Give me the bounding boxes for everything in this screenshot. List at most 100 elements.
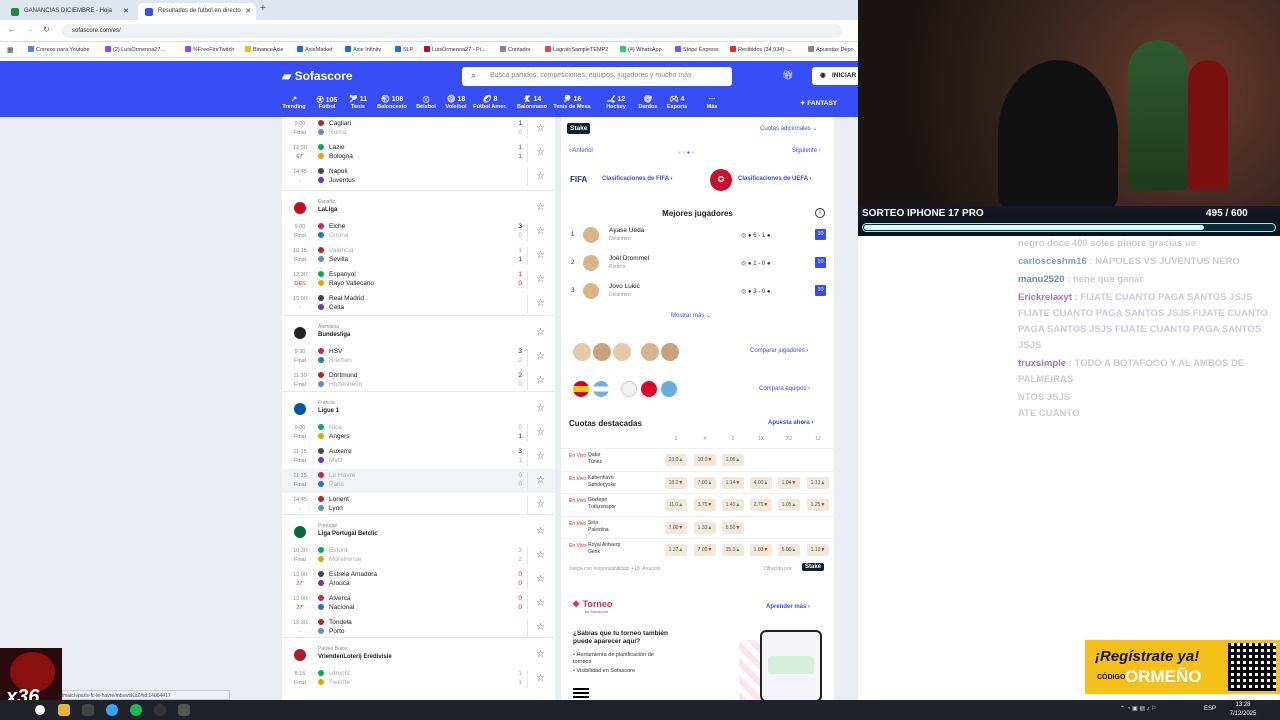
sport-tab-2[interactable]: 🎾︎ 11 Tenis — [342, 95, 374, 110]
aprender-mas-link[interactable]: Aprender más › — [766, 604, 810, 610]
new-tab-icon[interactable]: + — [260, 3, 266, 14]
bookmark[interactable]: Stripe Express — [675, 46, 719, 53]
app-icon[interactable] — [178, 704, 190, 716]
siguiente-link[interactable]: Siguiente › — [792, 148, 821, 154]
bookmark[interactable]: LuisOrmenoa27 - Pi... — [424, 46, 486, 53]
odds-button[interactable]: 5.50▼ — [722, 521, 744, 534]
match-row[interactable]: 9:00 Final Cagliari Roma 1 0 ☆ — [282, 117, 555, 141]
odds-row[interactable]: En Vivo Göztepe Trabzonspor 11.0▲ 3.75▼ 1.40▲… — [561, 493, 834, 515]
comparar-jugadores-link[interactable]: Comparar jugadores › — [750, 348, 808, 354]
tab-sheets[interactable]: GANANCIAS DICIEMBRE - Hoja ✕ — [4, 3, 134, 20]
favorite-star-icon[interactable]: ☆ — [536, 171, 545, 182]
odds-button[interactable]: 1.33▲ — [694, 521, 716, 534]
odds-button[interactable]: 1.25▼ — [807, 499, 829, 511]
odds-button[interactable]: 15.0▲ — [722, 544, 744, 556]
favorite-star-icon[interactable]: ☆ — [536, 250, 545, 261]
match-row[interactable]: 15:00- Real Madrid Celta ☆ — [282, 292, 555, 316]
match-row[interactable]: 13:00 27' Alverca Nacional 0 0 ☆ — [282, 592, 555, 616]
mostrar-mas-button[interactable]: Mostrar más ⌄ — [671, 312, 711, 319]
match-row[interactable]: 10:15 Final Valencia Sevilla 1 1 ☆ — [282, 244, 555, 268]
odds-button[interactable]: 23.0▲ — [665, 454, 687, 466]
best-player-row[interactable]: 1 Ayase Ueda Delantero ◎ ● 6 - 1 ● 10 — [561, 223, 834, 249]
favorite-star-icon[interactable]: ☆ — [536, 375, 545, 386]
favorite-star-icon[interactable]: ☆ — [536, 451, 545, 462]
compara-equipos-link[interactable]: Compara equipos › — [759, 386, 810, 392]
best-player-row[interactable]: 2 Joël Drommel Portero ◎ ● 1 - 0 ● 10 — [561, 251, 834, 277]
odds-row[interactable]: En Vivo Qatar Túnez 23.0▲ 10.0▼ 1.06▲ — [561, 448, 834, 470]
match-row[interactable]: 14:45- Napoli Juventus ☆ — [282, 165, 555, 189]
bookmark[interactable]: LagrainSampleTEMP2 — [545, 46, 608, 53]
favorite-star-icon[interactable]: ☆ — [536, 649, 545, 660]
favorite-star-icon[interactable]: ☆ — [536, 123, 545, 134]
cuotas-adicionales-link[interactable]: Cuotas adicionales ⌄ — [760, 125, 817, 132]
bookmark[interactable]: Correos para Youtube — [28, 46, 90, 53]
stake-logo[interactable]: Stake — [567, 123, 591, 134]
apuesta-ahora-link[interactable]: Apuesta ahora › — [768, 420, 813, 426]
sport-tab-4[interactable]: ⚾︎ Béisbol — [410, 95, 442, 110]
odds-button[interactable]: 7.00▲ — [694, 476, 716, 489]
match-row[interactable]: 11:15 Final Auxerre Metz 3 1 ☆ — [282, 445, 555, 469]
tray-icons[interactable]: ⌃ ◔ ▣ ▤ ♪ ⚐ — [1120, 705, 1157, 712]
odds-button[interactable]: 1.13▲ — [807, 476, 829, 489]
odds-button[interactable]: 5.00▲ — [778, 544, 800, 556]
fifa-link[interactable]: Clasificaciones de FIFA › — [602, 176, 672, 182]
odds-button[interactable]: 18.0▼ — [665, 476, 687, 489]
match-row[interactable]: 13:00 27' Estrela Amadora Arouca 0 0 ☆ — [282, 568, 555, 592]
uefa-link[interactable]: Clasificaciones de UEFA › — [738, 176, 811, 182]
odds-button[interactable]: 7.00▼ — [665, 521, 687, 534]
sport-tab-0[interactable]: ↗ Trending — [278, 95, 310, 110]
login-button[interactable]: ◉ INICIAR — [812, 67, 858, 85]
fantasy-link[interactable]: ✦ FANTASY — [800, 99, 837, 107]
match-row[interactable]: 9:00 Final Elche Girona 3 0 ☆ — [282, 220, 555, 244]
odds-button[interactable]: 3.75▼ — [694, 499, 716, 511]
odds-button[interactable]: 4.00▲ — [750, 476, 772, 489]
bookmark[interactable]: %FreeFireTwitch — [185, 46, 234, 53]
favorite-star-icon[interactable]: ☆ — [536, 403, 545, 414]
tab-sofascore[interactable]: Resultados de fútbol en directo ✕ — [138, 3, 256, 20]
odds-button[interactable]: 10.0▼ — [694, 454, 716, 466]
favorite-star-icon[interactable]: ☆ — [536, 673, 545, 684]
odds-button[interactable]: 2.75▼ — [750, 499, 772, 511]
match-row[interactable]: 9:30 Final HSV Bremen 3 2 ☆ — [282, 345, 555, 369]
favorite-star-icon[interactable]: ☆ — [536, 202, 545, 213]
close-icon[interactable]: ✕ — [245, 7, 251, 15]
favorite-star-icon[interactable]: ☆ — [536, 298, 545, 309]
match-row[interactable]: 9:00 Final Nice Angers 0 1 ☆ — [282, 421, 555, 445]
odds-button[interactable]: 1.37▲ — [665, 544, 687, 556]
sport-tab-3[interactable]: 🏀︎ 108 Baloncesto — [376, 95, 408, 110]
sport-tab-7[interactable]: 🤾︎ 14 Balonmano — [516, 95, 548, 110]
bookmark[interactable]: Apuestas Depo — [808, 46, 854, 53]
sport-tab-10[interactable]: 🎯︎ Dardos — [632, 95, 664, 110]
search-icon[interactable] — [35, 705, 45, 715]
bookmark[interactable]: Axie Infinity — [345, 46, 381, 53]
sport-tab-6[interactable]: 🏈︎ 8 Fútbol Amer. — [470, 95, 510, 110]
bookmark[interactable]: AxieMarket — [297, 46, 333, 53]
odds-button[interactable]: 11.0▲ — [665, 499, 687, 511]
gift-icon[interactable]: 🎁︎ — [782, 70, 793, 81]
match-row[interactable]: 12:00 67' Lazio Bologna 1 1 ☆ — [282, 141, 555, 165]
bookmark[interactable]: (2) LuisOrmenoa27... — [105, 46, 165, 53]
clock-date[interactable]: 7/12/2025 — [1224, 711, 1262, 717]
league-header[interactable]: Países Bajos VriendenLoterij Eredivisie ☆ — [282, 643, 555, 665]
close-icon[interactable]: ✕ — [123, 7, 129, 15]
uefa-card[interactable]: ✪ Clasificaciones de UEFA › — [701, 165, 834, 195]
sport-tab-8[interactable]: 🏓︎ 16 Tenis de Mesa — [552, 95, 592, 110]
info-icon[interactable]: i — [815, 208, 825, 218]
favorite-star-icon[interactable]: ☆ — [536, 475, 545, 486]
favorite-star-icon[interactable]: ☆ — [536, 499, 545, 510]
url-input[interactable]: sofascore.com/es/ — [62, 24, 842, 38]
chrome-icon[interactable] — [58, 704, 70, 716]
obs-icon[interactable] — [154, 704, 166, 716]
bookmark[interactable]: (4) WhatsApp — [620, 46, 662, 53]
sport-tab-12[interactable]: ⋯ Más — [696, 95, 728, 110]
favorite-star-icon[interactable]: ☆ — [536, 147, 545, 158]
favorite-star-icon[interactable]: ☆ — [536, 622, 545, 633]
favorite-star-icon[interactable]: ☆ — [536, 274, 545, 285]
league-header[interactable]: Portugal Liga Portugal Betclic ☆ — [282, 520, 555, 542]
favorite-star-icon[interactable]: ☆ — [536, 351, 545, 362]
favorite-star-icon[interactable]: ☆ — [536, 526, 545, 537]
favorite-star-icon[interactable]: ☆ — [536, 427, 545, 438]
odds-button[interactable]: 7.00▼ — [694, 544, 716, 556]
favorite-star-icon[interactable]: ☆ — [536, 550, 545, 561]
best-player-row[interactable]: 3 Jovo Lukić Delantero ◎ ● 3 - 0 ● 10 — [561, 279, 834, 305]
